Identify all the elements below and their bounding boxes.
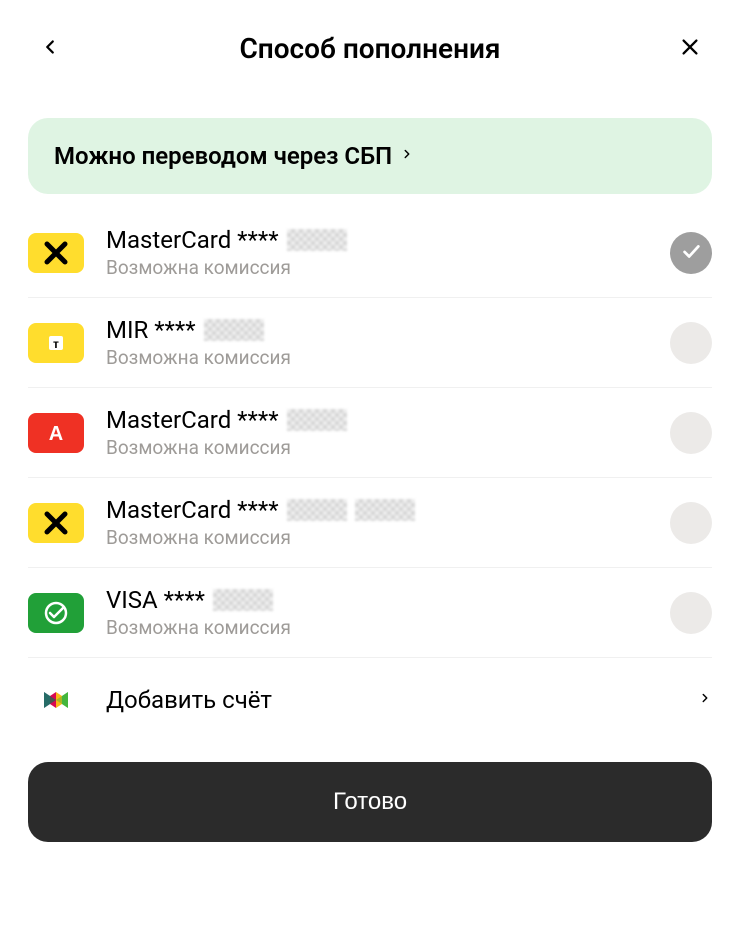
page-title: Способ пополнения — [70, 32, 670, 65]
blurred-digits — [287, 499, 347, 521]
payment-methods-list: MasterCard **** Возможна комиссия т MIR … — [0, 208, 740, 742]
chevron-right-icon — [400, 144, 414, 168]
add-account-label: Добавить счёт — [106, 686, 698, 714]
svg-text:А: А — [49, 423, 63, 445]
card-title: MIR **** — [106, 316, 670, 344]
check-icon — [680, 240, 702, 266]
sbp-logo-icon — [28, 680, 84, 720]
close-button[interactable] — [670, 28, 710, 68]
payment-method-item[interactable]: А MasterCard **** Возможна комиссия — [28, 388, 712, 478]
card-title: MasterCard **** — [106, 226, 670, 254]
payment-method-item[interactable]: VISA **** Возможна комиссия — [28, 568, 712, 658]
alfa-bank-icon: А — [28, 413, 84, 453]
blurred-digits — [287, 229, 347, 251]
radio-unselected[interactable] — [670, 592, 712, 634]
card-subtitle: Возможна комиссия — [106, 256, 670, 279]
svg-text:т: т — [53, 337, 59, 351]
back-button[interactable] — [30, 28, 70, 68]
card-title: VISA **** — [106, 586, 670, 614]
radio-unselected[interactable] — [670, 322, 712, 364]
raiffeisen-bank-icon — [28, 503, 84, 543]
chevron-right-icon — [698, 687, 712, 713]
sbp-banner[interactable]: Можно переводом через СБП — [28, 118, 712, 194]
blurred-digits — [213, 589, 273, 611]
radio-unselected[interactable] — [670, 502, 712, 544]
sber-bank-icon — [28, 593, 84, 633]
payment-method-item[interactable]: MasterCard **** Возможна комиссия — [28, 208, 712, 298]
card-subtitle: Возможна комиссия — [106, 436, 670, 459]
card-title: MasterCard **** — [106, 406, 670, 434]
card-title: MasterCard **** — [106, 496, 670, 524]
card-subtitle: Возможна комиссия — [106, 616, 670, 639]
card-subtitle: Возможна комиссия — [106, 526, 670, 549]
blurred-digits — [287, 409, 347, 431]
blurred-digits — [204, 319, 264, 341]
blurred-digits — [355, 499, 415, 521]
card-subtitle: Возможна комиссия — [106, 346, 670, 369]
payment-method-item[interactable]: т MIR **** Возможна комиссия — [28, 298, 712, 388]
chevron-left-icon — [39, 36, 61, 61]
payment-method-item[interactable]: MasterCard **** Возможна комиссия — [28, 478, 712, 568]
add-account-item[interactable]: Добавить счёт — [28, 658, 712, 742]
close-icon — [679, 36, 701, 61]
radio-selected[interactable] — [670, 232, 712, 274]
done-button[interactable]: Готово — [28, 762, 712, 842]
tinkoff-bank-icon: т — [28, 323, 84, 363]
banner-text: Можно переводом через СБП — [54, 142, 392, 170]
header: Способ пополнения — [0, 0, 740, 88]
radio-unselected[interactable] — [670, 412, 712, 454]
raiffeisen-bank-icon — [28, 233, 84, 273]
